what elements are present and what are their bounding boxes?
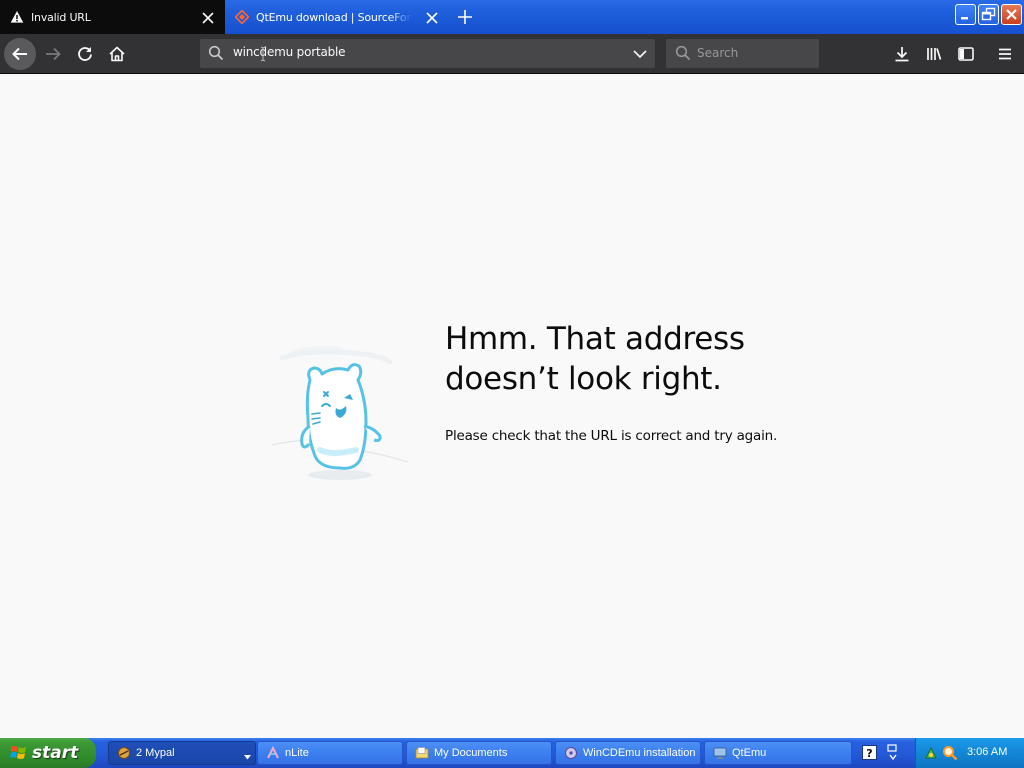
- folder-icon: [415, 746, 429, 760]
- start-label: start: [32, 743, 79, 763]
- chevron-down-icon: [244, 751, 251, 760]
- plus-icon: [458, 10, 472, 24]
- close-tab-icon[interactable]: [201, 10, 215, 24]
- confused-animal-illustration: [262, 340, 412, 488]
- chevron-down-icon[interactable]: [632, 46, 648, 60]
- taskbar-item-wincdemu-installation[interactable]: WinCDEmu installation: [555, 741, 701, 765]
- taskbar-item-label: nLite: [285, 747, 309, 759]
- windows-logo-icon: [10, 744, 28, 762]
- home-icon: [109, 46, 125, 62]
- sidebar-icon: [958, 47, 974, 61]
- tab-title: Invalid URL: [31, 10, 91, 24]
- error-title: Hmm. That address doesn’t look right.: [445, 321, 745, 397]
- taskbar-item-mypal[interactable]: 2 Mypal: [108, 741, 256, 765]
- library-icon: [927, 48, 942, 60]
- tab-qtemu-download[interactable]: QtEmu download | SourceForge.net: [225, 0, 449, 34]
- download-icon: [895, 47, 909, 62]
- reload-button[interactable]: [70, 39, 100, 69]
- nlite-icon: [266, 745, 280, 760]
- svg-text:?: ?: [866, 747, 872, 760]
- hamburger-menu-icon: [999, 48, 1011, 60]
- minimize-icon: [961, 17, 968, 20]
- new-tab-button[interactable]: [454, 7, 476, 27]
- search-icon: [208, 45, 224, 61]
- page-content: [0, 74, 1024, 738]
- search-icon[interactable]: [942, 745, 958, 761]
- downloads-button[interactable]: [887, 39, 917, 69]
- sidebar-button[interactable]: [951, 39, 981, 69]
- tab-title: QtEmu download | SourceForge.net: [256, 10, 412, 24]
- warning-icon: [9, 9, 25, 25]
- url-input[interactable]: wincdemu portable: [233, 45, 346, 59]
- mypal-icon: [117, 746, 131, 760]
- start-button[interactable]: start: [0, 738, 96, 768]
- close-tab-icon[interactable]: [425, 10, 439, 24]
- restore-icon: [981, 7, 996, 21]
- library-button[interactable]: [919, 39, 949, 69]
- search-icon: [675, 45, 691, 61]
- close-icon: [1006, 9, 1017, 20]
- arrow-right-icon: [46, 47, 61, 61]
- language-toggle-icon[interactable]: [886, 743, 900, 763]
- text-cursor-icon: [260, 46, 266, 62]
- search-input[interactable]: Search: [697, 46, 738, 60]
- taskbar-item-label: WinCDEmu installation: [583, 747, 696, 759]
- arrow-left-icon: [12, 47, 27, 61]
- error-description: Please check that the URL is correct and…: [445, 428, 778, 444]
- menu-button[interactable]: [990, 39, 1020, 69]
- restore-button[interactable]: [978, 4, 999, 25]
- taskbar-item-label: QtEmu: [732, 747, 767, 759]
- installer-icon: [564, 746, 578, 760]
- back-button[interactable]: [4, 38, 36, 70]
- taskbar-item-qtemu[interactable]: QtEmu: [704, 741, 852, 765]
- taskbar-item-nlite[interactable]: nLite: [257, 741, 403, 765]
- reload-icon: [78, 47, 92, 61]
- tab-invalid-url[interactable]: Invalid URL: [0, 0, 225, 34]
- forward-button[interactable]: [38, 39, 68, 69]
- network-icon[interactable]: [924, 745, 938, 759]
- home-button[interactable]: [102, 39, 132, 69]
- taskbar-item-label: My Documents: [434, 747, 508, 759]
- qtemu-icon: [713, 746, 727, 760]
- help-icon[interactable]: ?: [862, 745, 877, 760]
- clock: 3:06 AM: [967, 746, 1008, 758]
- close-window-button[interactable]: [1001, 4, 1022, 25]
- minimize-button[interactable]: [955, 4, 976, 25]
- taskbar-item-my-documents[interactable]: My Documents: [406, 741, 552, 765]
- sourceforge-icon: [234, 9, 250, 25]
- taskbar-item-label: 2 Mypal: [136, 747, 175, 759]
